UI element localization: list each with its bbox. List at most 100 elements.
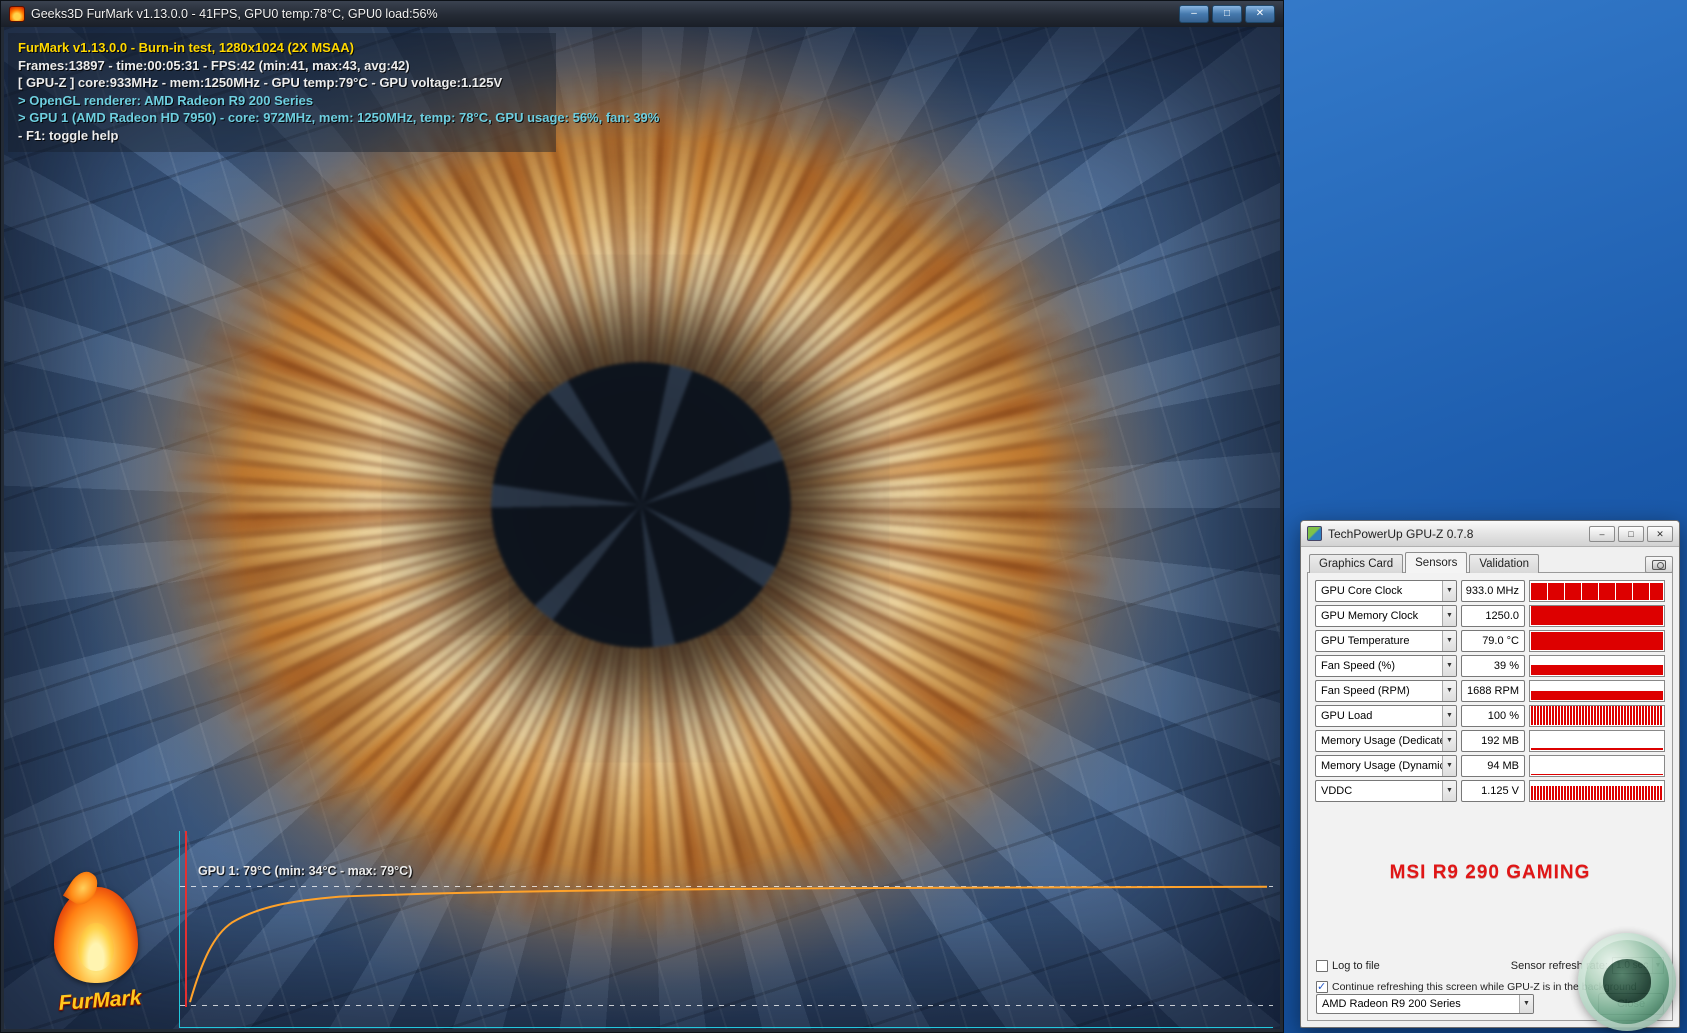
furmark-titlebar[interactable]: Geeks3D FurMark v1.13.0.0 - 41FPS, GPU0 … bbox=[1, 1, 1283, 27]
graphics-card-select[interactable]: AMD Radeon R9 200 Series ▼ bbox=[1316, 994, 1534, 1014]
flame-icon bbox=[54, 887, 138, 983]
sensor-dropdown-label: GPU Memory Clock bbox=[1321, 610, 1418, 622]
sensor-value: 1.125 V bbox=[1461, 780, 1525, 802]
tab-validation[interactable]: Validation bbox=[1469, 554, 1539, 573]
sensor-graph-fill bbox=[1531, 583, 1663, 600]
sensor-row: Memory Usage (Dedicated) ▼ 192 MB bbox=[1315, 730, 1665, 752]
sensor-graph-fill bbox=[1531, 786, 1663, 800]
sensor-dropdown[interactable]: Memory Usage (Dynamic) ▼ bbox=[1315, 755, 1457, 777]
chevron-down-icon: ▼ bbox=[1442, 681, 1456, 701]
graph-temperature-label: GPU 1: 79°C (min: 34°C - max: 79°C) bbox=[198, 864, 412, 878]
sensor-row: Memory Usage (Dynamic) ▼ 94 MB bbox=[1315, 755, 1665, 777]
gpuz-tab-strip: Graphics Card Sensors Validation bbox=[1307, 552, 1673, 573]
chevron-down-icon: ▼ bbox=[1442, 731, 1456, 751]
sensor-dropdown-label: Memory Usage (Dedicated) bbox=[1321, 735, 1456, 747]
close-button[interactable]: ✕ bbox=[1245, 5, 1275, 23]
log-to-file-label: Log to file bbox=[1332, 960, 1380, 972]
sensor-row: GPU Core Clock ▼ 933.0 MHz bbox=[1315, 580, 1665, 602]
sensor-graph bbox=[1529, 680, 1665, 702]
sensor-graph-fill bbox=[1531, 774, 1663, 775]
sensor-dropdown[interactable]: Memory Usage (Dedicated) ▼ bbox=[1315, 730, 1457, 752]
sensor-graph-fill bbox=[1531, 665, 1663, 675]
continue-refresh-checkbox[interactable] bbox=[1316, 981, 1328, 993]
sensor-graph-fill bbox=[1531, 706, 1663, 725]
sensor-graph bbox=[1529, 580, 1665, 602]
sensor-value: 1250.0 MHz bbox=[1461, 605, 1525, 627]
sensor-graph-fill bbox=[1531, 632, 1663, 650]
minimize-button[interactable]: – bbox=[1589, 526, 1615, 542]
camera-icon bbox=[1652, 560, 1666, 570]
sensor-graph-fill bbox=[1531, 691, 1663, 700]
sensor-value: 100 % bbox=[1461, 705, 1525, 727]
sensor-dropdown[interactable]: Fan Speed (RPM) ▼ bbox=[1315, 680, 1457, 702]
graphics-card-select-value: AMD Radeon R9 200 Series bbox=[1322, 998, 1461, 1010]
tab-sensors[interactable]: Sensors bbox=[1405, 552, 1467, 573]
sensor-row: GPU Temperature ▼ 79.0 °C bbox=[1315, 630, 1665, 652]
sensor-rows: GPU Core Clock ▼ 933.0 MHz GPU Memory Cl… bbox=[1315, 580, 1665, 802]
sensor-dropdown-label: Fan Speed (%) bbox=[1321, 660, 1395, 672]
sensor-value: 192 MB bbox=[1461, 730, 1525, 752]
sensor-graph bbox=[1529, 705, 1665, 727]
chevron-down-icon: ▼ bbox=[1442, 581, 1456, 601]
maximize-button[interactable]: □ bbox=[1212, 5, 1242, 23]
sensor-row: GPU Memory Clock ▼ 1250.0 MHz bbox=[1315, 605, 1665, 627]
furmark-window-title: Geeks3D FurMark v1.13.0.0 - 41FPS, GPU0 … bbox=[31, 7, 1173, 21]
log-to-file-checkbox[interactable] bbox=[1316, 960, 1328, 972]
sensor-graph bbox=[1529, 605, 1665, 627]
eye-pupil bbox=[491, 362, 791, 648]
sensor-graph-fill bbox=[1531, 748, 1663, 750]
card-brand-text: MSI R9 290 GAMING bbox=[1315, 862, 1665, 884]
sensor-row: VDDC ▼ 1.125 V bbox=[1315, 780, 1665, 802]
desktop: { "colors": { "osd_title": "#ffd800", "o… bbox=[0, 0, 1687, 1033]
sensor-dropdown-label: GPU Core Clock bbox=[1321, 585, 1402, 597]
gpuz-window-controls: – □ ✕ bbox=[1589, 526, 1673, 542]
sensor-value: 79.0 °C bbox=[1461, 630, 1525, 652]
sensor-dropdown[interactable]: GPU Temperature ▼ bbox=[1315, 630, 1457, 652]
chevron-down-icon: ▼ bbox=[1442, 706, 1456, 726]
minimize-button[interactable]: – bbox=[1179, 5, 1209, 23]
chevron-down-icon: ▼ bbox=[1442, 756, 1456, 776]
gpuz-titlebar[interactable]: TechPowerUp GPU-Z 0.7.8 – □ ✕ bbox=[1301, 521, 1679, 547]
kitguru-watermark bbox=[1578, 933, 1676, 1031]
sensor-graph bbox=[1529, 730, 1665, 752]
gpuz-app-icon bbox=[1307, 526, 1322, 541]
sensor-graph bbox=[1529, 755, 1665, 777]
sensor-dropdown-label: Memory Usage (Dynamic) bbox=[1321, 760, 1449, 772]
furmark-window-controls: – □ ✕ bbox=[1179, 5, 1275, 23]
furmark-logo-text: FurMark bbox=[29, 984, 170, 1018]
screenshot-camera-button[interactable] bbox=[1645, 556, 1673, 573]
sensor-dropdown[interactable]: GPU Core Clock ▼ bbox=[1315, 580, 1457, 602]
osd-line-help: - F1: toggle help bbox=[18, 127, 546, 145]
sensor-graph-fill bbox=[1531, 606, 1663, 625]
close-icon[interactable]: ✕ bbox=[1647, 526, 1673, 542]
chevron-down-icon: ▼ bbox=[1442, 606, 1456, 626]
sensor-dropdown-label: GPU Load bbox=[1321, 710, 1372, 722]
sensor-dropdown[interactable]: GPU Load ▼ bbox=[1315, 705, 1457, 727]
sensor-value: 39 % bbox=[1461, 655, 1525, 677]
chevron-down-icon: ▼ bbox=[1519, 995, 1533, 1013]
osd-line-gpuz: [ GPU-Z ] core:933MHz - mem:1250MHz - GP… bbox=[18, 74, 546, 92]
osd-line-renderer: > OpenGL renderer: AMD Radeon R9 200 Ser… bbox=[18, 92, 546, 110]
sensor-row: GPU Load ▼ 100 % bbox=[1315, 705, 1665, 727]
sensor-row: Fan Speed (RPM) ▼ 1688 RPM bbox=[1315, 680, 1665, 702]
sensor-graph bbox=[1529, 780, 1665, 802]
furmark-render-viewport: FurMark v1.13.0.0 - Burn-in test, 1280x1… bbox=[4, 27, 1280, 1029]
temperature-graph: GPU 1: 79°C (min: 34°C - max: 79°C) bbox=[179, 831, 1273, 1028]
furmark-logo: FurMark bbox=[30, 887, 170, 1029]
sensor-graph bbox=[1529, 655, 1665, 677]
sensor-value: 1688 RPM bbox=[1461, 680, 1525, 702]
sensor-dropdown[interactable]: Fan Speed (%) ▼ bbox=[1315, 655, 1457, 677]
osd-line-title: FurMark v1.13.0.0 - Burn-in test, 1280x1… bbox=[18, 39, 546, 57]
osd-line-gpu1: > GPU 1 (AMD Radeon HD 7950) - core: 972… bbox=[18, 109, 546, 127]
tab-graphics-card[interactable]: Graphics Card bbox=[1309, 554, 1403, 573]
furmark-window: Geeks3D FurMark v1.13.0.0 - 41FPS, GPU0 … bbox=[0, 0, 1284, 1033]
osd-overlay: FurMark v1.13.0.0 - Burn-in test, 1280x1… bbox=[8, 33, 556, 152]
osd-line-frames: Frames:13897 - time:00:05:31 - FPS:42 (m… bbox=[18, 57, 546, 75]
maximize-button[interactable]: □ bbox=[1618, 526, 1644, 542]
sensor-dropdown[interactable]: VDDC ▼ bbox=[1315, 780, 1457, 802]
sensor-dropdown-label: GPU Temperature bbox=[1321, 635, 1409, 647]
sensor-dropdown[interactable]: GPU Memory Clock ▼ bbox=[1315, 605, 1457, 627]
sensor-row: Fan Speed (%) ▼ 39 % bbox=[1315, 655, 1665, 677]
sensor-dropdown-label: VDDC bbox=[1321, 785, 1352, 797]
sensor-value: 933.0 MHz bbox=[1461, 580, 1525, 602]
